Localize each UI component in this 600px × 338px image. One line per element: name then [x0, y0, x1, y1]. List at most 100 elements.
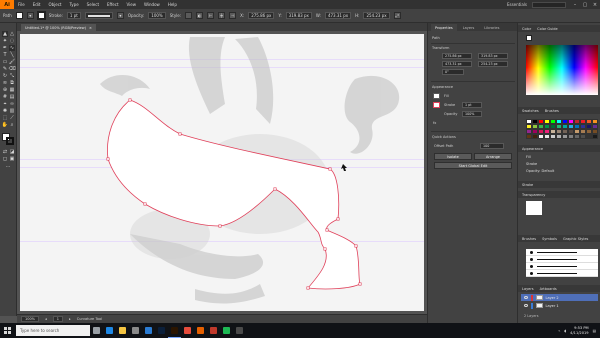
appearance-panel-opacity[interactable]: Opacity: Default: [526, 169, 554, 173]
menu-effect[interactable]: Effect: [103, 2, 123, 7]
windows-start-icon[interactable]: [0, 323, 14, 338]
graphic-style-swatch[interactable]: [185, 12, 193, 19]
appearance-stroke-swatch[interactable]: [433, 102, 440, 108]
taskbar-photoshop-icon[interactable]: [155, 323, 168, 338]
artboard[interactable]: [20, 34, 424, 311]
artboard-tool-icon[interactable]: ⬚: [2, 115, 8, 121]
workspace-switcher[interactable]: Essentials: [502, 2, 532, 7]
menu-object[interactable]: Object: [44, 2, 65, 7]
magic-wand-tool-icon[interactable]: ✦: [2, 38, 8, 44]
arrange-button[interactable]: Arrange: [474, 153, 512, 160]
brush-item[interactable]: [526, 263, 598, 270]
color-spectrum[interactable]: [526, 45, 598, 95]
more-tools-icon[interactable]: …: [5, 163, 11, 169]
taskbar-clock[interactable]: 9:53 PM 4/11/2019: [570, 326, 588, 335]
canvas[interactable]: [17, 31, 427, 314]
transform-h-field[interactable]: 254.23 px: [478, 61, 508, 67]
layer-name[interactable]: Layer 2: [546, 296, 559, 300]
brush-dropdown-icon[interactable]: ▾: [116, 12, 124, 19]
width-tool-icon[interactable]: ≋: [2, 80, 8, 86]
opacity-field[interactable]: 100%: [148, 12, 166, 19]
artboard-nav-prev-icon[interactable]: ◂: [45, 317, 47, 321]
appearance-panel-stroke[interactable]: Stroke: [526, 162, 537, 166]
offset-path-field[interactable]: 100: [480, 143, 504, 149]
perspective-grid-tool-icon[interactable]: ▦: [9, 87, 15, 93]
scale-tool-icon[interactable]: ⤡: [9, 73, 15, 79]
tab-color[interactable]: Color: [522, 27, 531, 31]
stroke-color-swatch[interactable]: [6, 137, 14, 145]
anchor-point[interactable]: [128, 98, 132, 102]
taskbar-edge-icon[interactable]: [103, 323, 116, 338]
fill-dropdown-icon[interactable]: ▾: [26, 12, 34, 19]
layer-row[interactable]: Layer 1: [521, 302, 598, 309]
close-icon[interactable]: ×: [590, 2, 600, 8]
taskbar-terminal-icon[interactable]: [233, 323, 246, 338]
paintbrush-tool-icon[interactable]: 🖌: [9, 59, 15, 65]
hand-tool-icon[interactable]: ✋: [2, 122, 8, 128]
pencil-tool-icon[interactable]: ✎: [2, 66, 8, 72]
rotate-tool-icon[interactable]: ↻: [2, 73, 8, 79]
notifications-icon[interactable]: ▤: [593, 329, 596, 333]
zoom-tool-icon[interactable]: ⌕: [9, 122, 15, 128]
transform-y-field[interactable]: 319.83 px: [478, 53, 508, 59]
transform-x-field[interactable]: 275.86 px: [442, 53, 472, 59]
screen-mode-icon[interactable]: ▣: [9, 156, 15, 162]
brush-item[interactable]: [526, 270, 598, 277]
eyedropper-tool-icon[interactable]: ⌖: [2, 101, 8, 107]
taskbar-music-icon[interactable]: [207, 323, 220, 338]
selection-tool-icon[interactable]: ▲: [2, 31, 8, 37]
align-left-icon[interactable]: ⊢: [207, 12, 215, 19]
anchor-point[interactable]: [106, 157, 110, 161]
network-icon[interactable]: ⌁: [558, 329, 560, 333]
brush-item[interactable]: [526, 249, 598, 256]
anchor-point[interactable]: [358, 282, 362, 286]
anchor-point[interactable]: [328, 167, 332, 171]
anchor-point[interactable]: [336, 217, 340, 221]
tab-symbols[interactable]: Symbols: [542, 237, 557, 241]
eraser-tool-icon[interactable]: ⌫: [8, 66, 15, 72]
tab-color-guide[interactable]: Color Guide: [537, 27, 558, 31]
tab-layers[interactable]: Layers: [459, 24, 479, 31]
type-tool-icon[interactable]: T: [2, 52, 8, 58]
color-fill-swatch[interactable]: [526, 35, 532, 41]
appearance-opacity-field[interactable]: 100%: [462, 111, 482, 117]
blend-tool-icon[interactable]: ∞: [9, 101, 15, 107]
gradient-tool-icon[interactable]: ▤: [9, 94, 15, 100]
align-right-icon[interactable]: ⊣: [229, 12, 237, 19]
anchor-point[interactable]: [218, 224, 222, 228]
tab-libraries[interactable]: Libraries: [480, 24, 503, 31]
tab-artboards[interactable]: Artboards: [540, 287, 557, 291]
fx-icon[interactable]: fx: [433, 121, 436, 125]
document-tab[interactable]: Untitled-1* @ 100% (RGB/Preview) ×: [21, 24, 96, 31]
stroke-profile-preview[interactable]: [84, 12, 113, 19]
anchor-point[interactable]: [354, 244, 358, 248]
swap-colors-icon[interactable]: ⇄: [2, 149, 8, 155]
maximize-icon[interactable]: ▢: [580, 2, 590, 8]
pen-tool-icon[interactable]: ✒: [2, 45, 8, 51]
anchor-point[interactable]: [273, 187, 277, 191]
isolate-button[interactable]: Isolate: [434, 153, 472, 160]
rectangle-tool-icon[interactable]: ▭: [2, 59, 8, 65]
w-field[interactable]: 473.31 px: [324, 12, 352, 19]
free-transform-tool-icon[interactable]: ⧉: [9, 80, 15, 86]
taskbar-mail-icon[interactable]: [142, 323, 155, 338]
symbol-sprayer-tool-icon[interactable]: ✺: [2, 108, 8, 114]
stroke-swatch[interactable]: [36, 11, 46, 20]
tab-graphic-styles[interactable]: Graphic Styles: [563, 237, 588, 241]
line-tool-icon[interactable]: ╲: [9, 52, 15, 58]
tab-brushes-small[interactable]: Brushes: [545, 109, 559, 113]
column-graph-tool-icon[interactable]: ▥: [9, 108, 15, 114]
anchor-point[interactable]: [178, 132, 182, 136]
color-swatch[interactable]: [592, 134, 598, 139]
minimize-icon[interactable]: –: [570, 2, 580, 8]
y-field[interactable]: 319.83 px: [285, 12, 312, 19]
anchor-point[interactable]: [143, 202, 147, 206]
zoom-field[interactable]: 100%: [21, 316, 40, 322]
tab-swatches[interactable]: Swatches: [522, 109, 539, 113]
draw-normal-icon[interactable]: ◻: [2, 156, 8, 162]
taskbar-file-explorer-icon[interactable]: [116, 323, 129, 338]
document-tab-close-icon[interactable]: ×: [89, 26, 92, 30]
menu-window[interactable]: Window: [140, 2, 164, 7]
fill-swatch[interactable]: [15, 12, 23, 19]
menu-file[interactable]: File: [14, 2, 29, 7]
